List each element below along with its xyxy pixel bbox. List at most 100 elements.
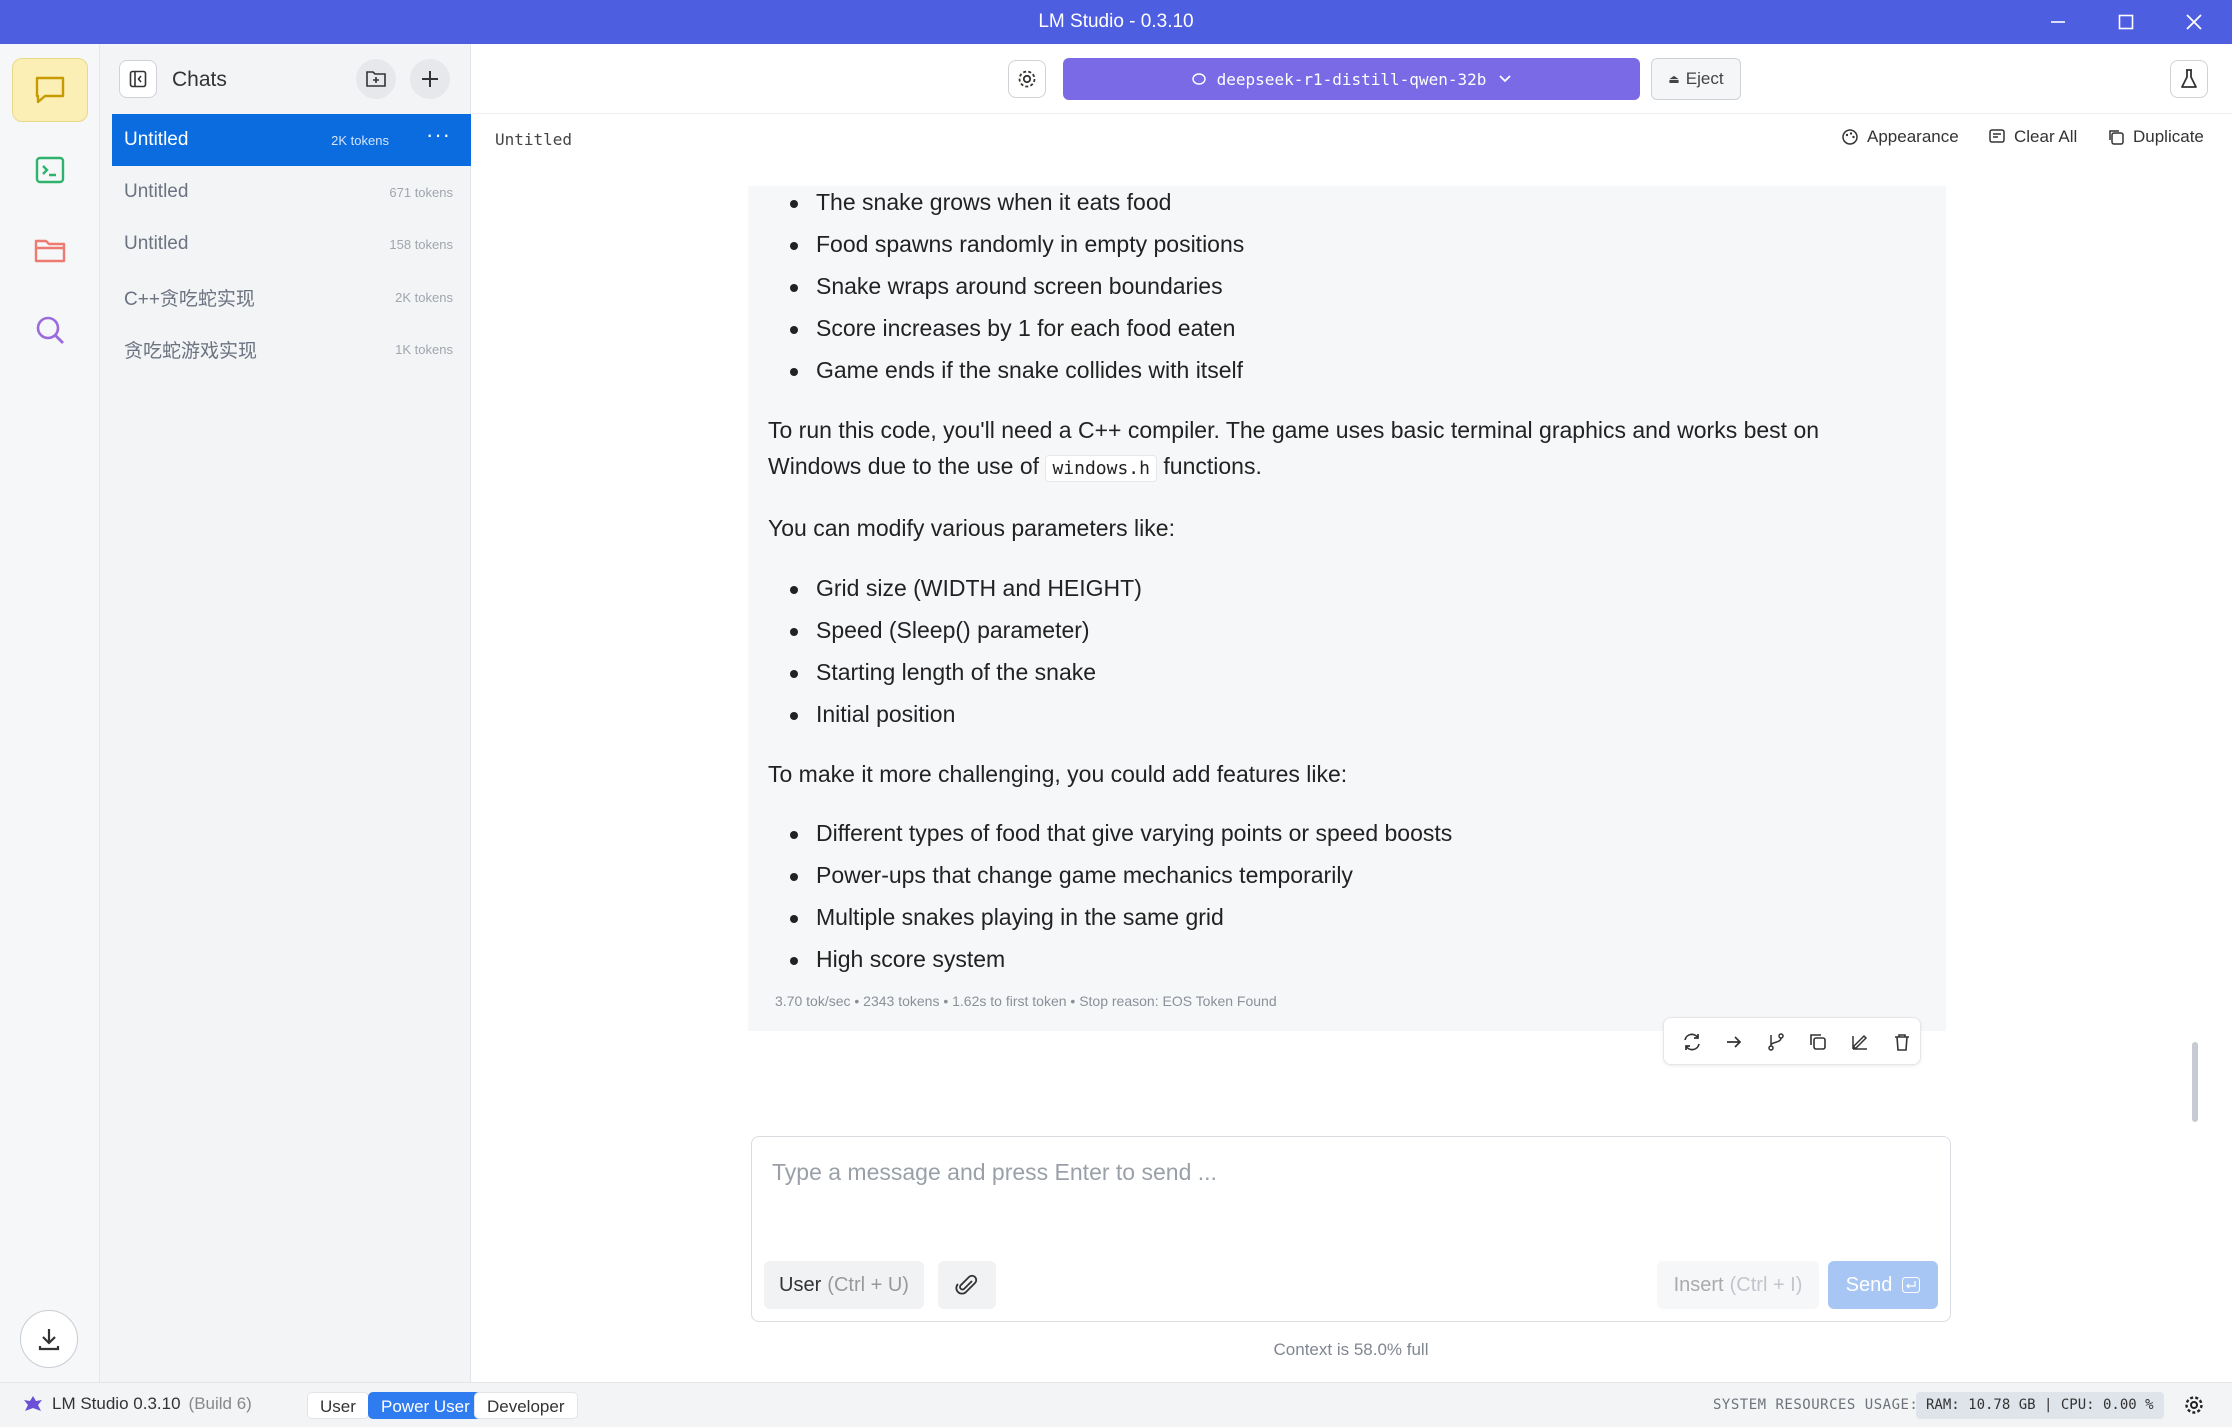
- delete-button[interactable]: [1890, 1030, 1914, 1054]
- sidebar-collapse-icon: [129, 70, 147, 88]
- generation-stats: 3.70 tok/sec • 2343 tokens • 1.62s to fi…: [775, 993, 1277, 1009]
- labs-button[interactable]: [2170, 60, 2208, 98]
- role-label: User: [779, 1273, 822, 1296]
- window-title: LM Studio - 0.3.10: [1038, 11, 1194, 32]
- chat-item[interactable]: Untitled 671 tokens: [112, 166, 471, 218]
- scrollbar-thumb[interactable]: [2192, 1042, 2198, 1122]
- nav-rail: [0, 44, 100, 1382]
- build-number: (Build 6): [188, 1394, 252, 1413]
- chats-sidebar: Chats Untitled 2K tokens ··· Untitled 67…: [100, 44, 471, 1382]
- close-icon: [2186, 14, 2202, 30]
- paperclip-icon: [955, 1274, 978, 1295]
- chat-item-active[interactable]: Untitled 2K tokens ···: [112, 114, 471, 166]
- copy-button[interactable]: [1806, 1030, 1830, 1054]
- nav-chat[interactable]: [12, 58, 88, 122]
- attach-button[interactable]: [938, 1261, 996, 1309]
- app-version: LM Studio 0.3.10 (Build 6): [22, 1394, 252, 1414]
- list-item: Initial position: [789, 701, 956, 727]
- edit-button[interactable]: [1848, 1030, 1872, 1054]
- clear-all-button[interactable]: Clear All: [1988, 127, 2077, 147]
- new-folder-button[interactable]: [356, 59, 396, 99]
- mode-user[interactable]: User: [307, 1392, 369, 1419]
- duplicate-icon: [2109, 130, 2124, 145]
- appearance-label: Appearance: [1867, 127, 1959, 146]
- chat-tokens: 2K tokens: [395, 289, 453, 305]
- chat-name: C++贪吃蛇实现: [124, 288, 255, 310]
- collapse-sidebar-button[interactable]: [119, 60, 157, 98]
- list-item: Speed (Sleep() parameter): [790, 617, 1090, 643]
- status-bar: LM Studio 0.3.10 (Build 6) User Power Us…: [0, 1382, 2232, 1427]
- clear-all-label: Clear All: [2014, 127, 2078, 146]
- insert-shortcut: (Ctrl + I): [1729, 1273, 1803, 1296]
- app-settings-button[interactable]: [2183, 1394, 2205, 1421]
- duplicate-label: Duplicate: [2133, 127, 2204, 146]
- close-button[interactable]: [2162, 0, 2226, 44]
- flask-icon: [2181, 69, 2197, 88]
- mode-power-user[interactable]: Power User: [368, 1392, 483, 1419]
- enter-key-icon: [1902, 1277, 1921, 1293]
- appearance-button[interactable]: Appearance: [1841, 127, 1959, 147]
- list-item: Snake wraps around screen boundaries: [790, 273, 1223, 299]
- paragraph: You can modify various parameters like:: [768, 515, 1175, 541]
- list-item: Food spawns randomly in empty positions: [789, 231, 1245, 257]
- branch-icon: [1768, 1033, 1784, 1051]
- role-toggle-button[interactable]: User (Ctrl + U): [764, 1261, 924, 1309]
- trash-icon: [1895, 1034, 1909, 1051]
- maximize-button[interactable]: [2094, 0, 2158, 44]
- resources-usage[interactable]: RAM: 10.78 GB | CPU: 0.00 %: [1916, 1392, 2164, 1419]
- chat-item[interactable]: C++贪吃蛇实现 2K tokens: [112, 271, 471, 323]
- downloads-button[interactable]: [20, 1310, 78, 1368]
- inline-code: windows.h: [1045, 455, 1157, 482]
- paragraph-line: To run this code, you'll need a C++ comp…: [768, 417, 1820, 443]
- clear-icon: [1989, 129, 2005, 143]
- paragraph: To run this code, you'll need a C++ comp…: [768, 412, 1819, 487]
- maximize-icon: [2118, 14, 2134, 30]
- nav-developer[interactable]: [12, 138, 88, 202]
- branch-button[interactable]: [1764, 1030, 1788, 1054]
- settings-button[interactable]: [1008, 60, 1046, 98]
- chat-name: Untitled: [124, 233, 189, 254]
- chat-name: Untitled: [124, 181, 189, 202]
- chat-header: Untitled Appearance Clear All Duplicate: [471, 115, 2232, 165]
- duplicate-button[interactable]: Duplicate: [2107, 127, 2204, 147]
- minimize-button[interactable]: [2026, 0, 2090, 44]
- chat-item[interactable]: Untitled 158 tokens: [112, 218, 471, 270]
- context-usage: Context is 58.0% full: [1273, 1340, 1429, 1359]
- chat-tokens: 158 tokens: [389, 236, 453, 252]
- nav-my-models[interactable]: [12, 218, 88, 282]
- message-composer[interactable]: Type a message and press Enter to send .…: [751, 1136, 1951, 1322]
- lm-studio-logo-icon: [24, 1396, 42, 1411]
- text: functions.: [1163, 453, 1262, 479]
- insert-button[interactable]: Insert (Ctrl + I): [1657, 1261, 1819, 1309]
- minimize-icon: [2051, 21, 2065, 23]
- more-options-icon[interactable]: ···: [426, 122, 451, 148]
- eject-button[interactable]: ⏏ Eject: [1651, 58, 1741, 100]
- send-button[interactable]: Send: [1828, 1261, 1938, 1309]
- insert-label: Insert: [1673, 1273, 1724, 1296]
- palette-icon: [1842, 129, 1858, 145]
- message-input-placeholder[interactable]: Type a message and press Enter to send .…: [772, 1159, 1217, 1186]
- chat-item[interactable]: 贪吃蛇游戏实现 1K tokens: [112, 323, 471, 375]
- title-bar: LM Studio - 0.3.10: [0, 0, 2232, 44]
- edit-icon: [1852, 1034, 1868, 1050]
- plus-icon: [422, 71, 438, 87]
- chat-tokens: 1K tokens: [395, 341, 453, 357]
- resources-label: SYSTEM RESOURCES USAGE:: [1713, 1397, 1919, 1413]
- new-chat-button[interactable]: [410, 59, 450, 99]
- nav-discover[interactable]: [12, 298, 88, 362]
- list-item: The snake grows when it eats food: [789, 189, 1172, 215]
- list-item: Score increases by 1 for each food eaten: [789, 315, 1236, 341]
- list-item: Different types of food that give varyin…: [789, 820, 1453, 846]
- chat-tokens: 671 tokens: [389, 184, 453, 200]
- chat-name: 贪吃蛇游戏实现: [124, 340, 258, 362]
- regenerate-button[interactable]: [1680, 1030, 1704, 1054]
- continue-button[interactable]: [1722, 1030, 1746, 1054]
- model-selector[interactable]: deepseek-r1-distill-qwen-32b: [1063, 58, 1640, 100]
- list-item: Starting length of the snake: [789, 659, 1097, 685]
- refresh-icon: [1684, 1033, 1700, 1051]
- chat-bubble-icon: [35, 76, 65, 104]
- role-shortcut: (Ctrl + U): [827, 1273, 909, 1296]
- paragraph: To make it more challenging, you could a…: [768, 761, 1348, 787]
- paragraph-line: Windows due to the use of windows.h func…: [768, 448, 1819, 487]
- mode-developer[interactable]: Developer: [474, 1392, 578, 1419]
